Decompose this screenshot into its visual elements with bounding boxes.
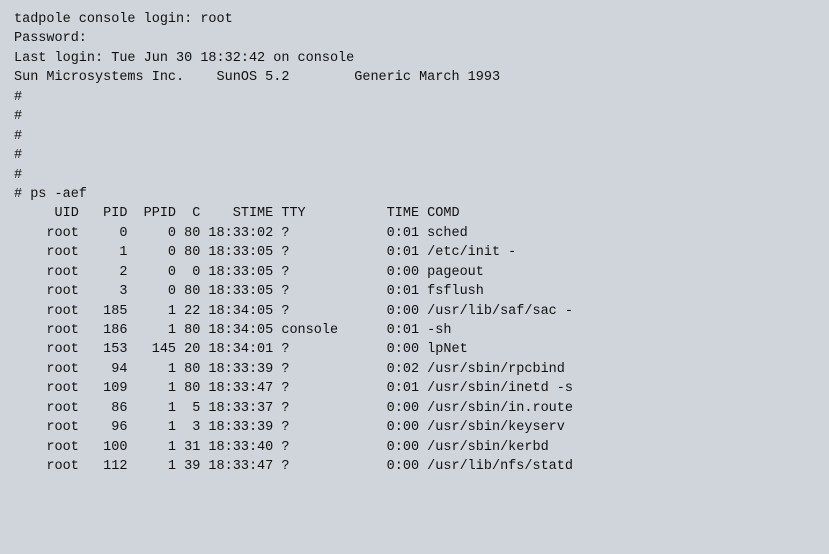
terminal-line-13: root 2 0 0 18:33:05 ? 0:00 pageout [14,263,815,282]
terminal-line-10: UID PID PPID C STIME TTY TIME COMD [14,204,815,223]
terminal-line-4: # [14,88,815,107]
terminal-window: tadpole console login: rootPassword:Last… [0,0,829,554]
terminal-line-21: root 96 1 3 18:33:39 ? 0:00 /usr/sbin/ke… [14,418,815,437]
terminal-line-5: # [14,107,815,126]
terminal-line-12: root 1 0 80 18:33:05 ? 0:01 /etc/init - [14,243,815,262]
terminal-line-9: # ps -aef [14,185,815,204]
terminal-line-0: tadpole console login: root [14,10,815,29]
terminal-line-23: root 112 1 39 18:33:47 ? 0:00 /usr/lib/n… [14,457,815,476]
terminal-line-14: root 3 0 80 18:33:05 ? 0:01 fsflush [14,282,815,301]
terminal-output: tadpole console login: rootPassword:Last… [14,10,815,477]
terminal-line-18: root 94 1 80 18:33:39 ? 0:02 /usr/sbin/r… [14,360,815,379]
terminal-line-16: root 186 1 80 18:34:05 console 0:01 -sh [14,321,815,340]
terminal-line-3: Sun Microsystems Inc. SunOS 5.2 Generic … [14,68,815,87]
terminal-line-22: root 100 1 31 18:33:40 ? 0:00 /usr/sbin/… [14,438,815,457]
terminal-line-15: root 185 1 22 18:34:05 ? 0:00 /usr/lib/s… [14,302,815,321]
terminal-line-6: # [14,127,815,146]
terminal-line-20: root 86 1 5 18:33:37 ? 0:00 /usr/sbin/in… [14,399,815,418]
terminal-line-19: root 109 1 80 18:33:47 ? 0:01 /usr/sbin/… [14,379,815,398]
terminal-line-17: root 153 145 20 18:34:01 ? 0:00 lpNet [14,340,815,359]
terminal-line-1: Password: [14,29,815,48]
terminal-line-11: root 0 0 80 18:33:02 ? 0:01 sched [14,224,815,243]
terminal-line-2: Last login: Tue Jun 30 18:32:42 on conso… [14,49,815,68]
terminal-line-7: # [14,146,815,165]
terminal-line-8: # [14,166,815,185]
